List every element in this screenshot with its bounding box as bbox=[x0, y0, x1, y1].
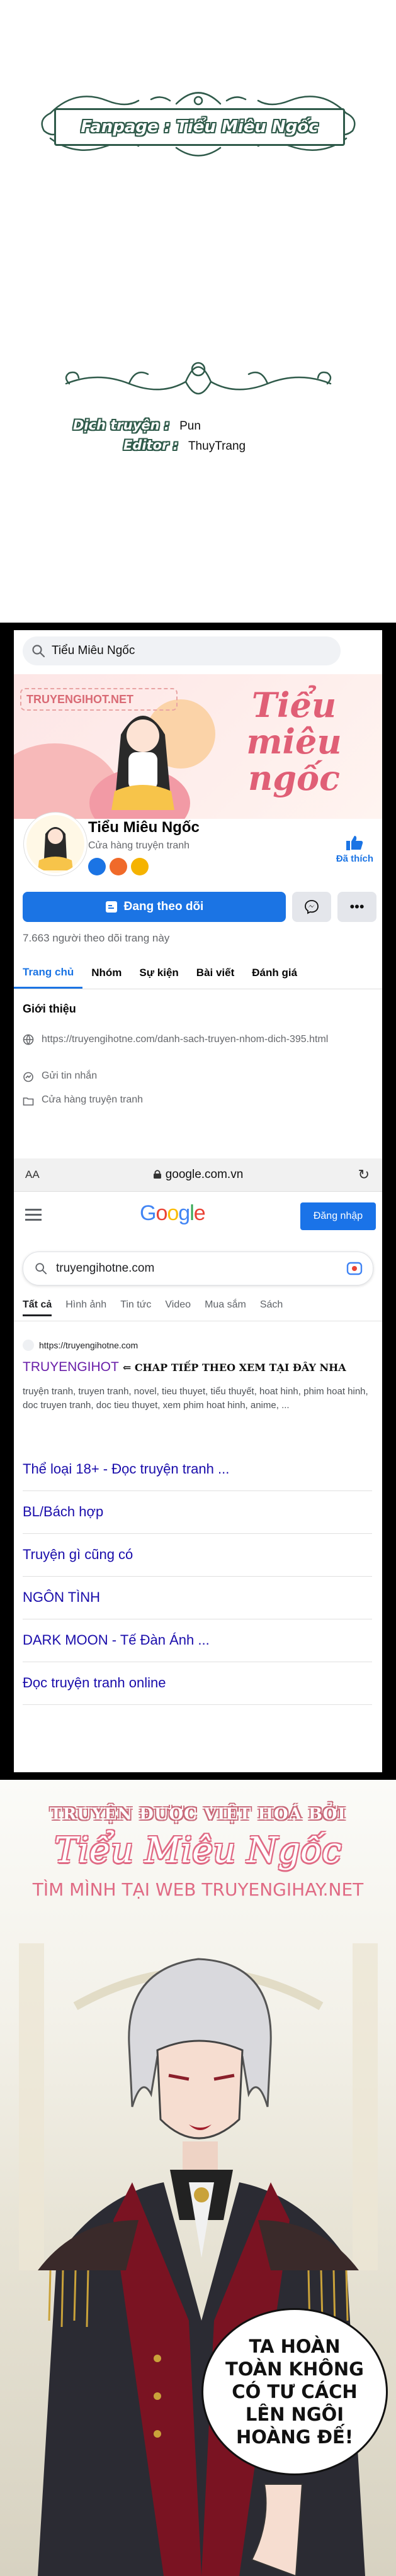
messenger-button[interactable] bbox=[292, 892, 331, 922]
translator-name: Pun bbox=[179, 419, 201, 433]
like-status[interactable]: Đã thích bbox=[336, 835, 373, 864]
browser-address-bar[interactable]: AA google.com.vn ↻ bbox=[14, 1158, 382, 1192]
messenger-icon bbox=[23, 1072, 33, 1082]
tab-shopping[interactable]: Mua sắm bbox=[205, 1299, 246, 1316]
badge-icon bbox=[110, 858, 127, 875]
cover-photo: TRUYENGIHOT.NET Tiểu miêu ngốc bbox=[14, 674, 382, 819]
phone-screenshot: Tiểu Miêu Ngốc TRUYENGIHOT.NET Tiểu miêu… bbox=[0, 623, 396, 1780]
search-tabs: Tất cả Hình ảnh Tin tức Video Mua sắm Sá… bbox=[23, 1299, 283, 1316]
address-url-text: google.com.vn bbox=[165, 1168, 244, 1181]
globe-icon bbox=[23, 1034, 34, 1045]
fanpage-label: Fanpage : Tiểu Miêu Ngốc bbox=[81, 118, 319, 136]
page-name: Tiểu Miêu Ngốc bbox=[88, 819, 200, 836]
editor-name: ThuyTrang bbox=[188, 440, 246, 453]
search-icon bbox=[32, 645, 45, 658]
avatar-image bbox=[26, 815, 84, 873]
intro-link-row[interactable]: https://truyengihotne.com/danh-sach-truy… bbox=[23, 1033, 363, 1046]
following-label: Đang theo dõi bbox=[123, 900, 204, 913]
manga-panel: TRUYỆN ĐƯỢC VIỆT HOÁ BỞI Tiểu Miêu Ngốc … bbox=[0, 1780, 396, 2576]
translator-row: Dịch truyện : Pun bbox=[73, 418, 201, 433]
page-avatar[interactable] bbox=[24, 813, 87, 875]
badge-icon bbox=[131, 858, 149, 875]
tab-images[interactable]: Hình ảnh bbox=[65, 1299, 106, 1316]
site-favicon-icon bbox=[23, 1340, 34, 1351]
result-url-row[interactable]: https://truyengihotne.com bbox=[23, 1340, 138, 1351]
sitelink[interactable]: DARK MOON - Tế Đàn Ánh ... bbox=[23, 1619, 372, 1662]
tab-groups[interactable]: Nhóm bbox=[82, 957, 130, 989]
result-title[interactable]: TRUYENGIHOT bbox=[23, 1360, 119, 1375]
fanpage-box: Fanpage : Tiểu Miêu Ngốc bbox=[54, 108, 345, 146]
message-row[interactable]: Gửi tin nhắn bbox=[23, 1070, 97, 1083]
editor-label: Editor : bbox=[123, 438, 179, 453]
result-tag: ⇐ CHAP TIẾP THEO XEM TẠI ĐÂY NHA bbox=[122, 1361, 346, 1374]
credits-banner: Fanpage : Tiểu Miêu Ngốc Dịch truyện : P… bbox=[0, 0, 396, 478]
tab-reviews[interactable]: Đánh giá bbox=[243, 957, 306, 989]
like-label: Đã thích bbox=[336, 853, 373, 864]
tab-events[interactable]: Sự kiện bbox=[130, 957, 187, 989]
rss-follow-icon bbox=[105, 901, 117, 913]
editor-row: Editor : ThuyTrang bbox=[123, 438, 246, 453]
phone-screen: Tiểu Miêu Ngốc TRUYENGIHOT.NET Tiểu miêu… bbox=[14, 630, 382, 1772]
google-lens-icon[interactable] bbox=[346, 1262, 363, 1275]
tab-home[interactable]: Trang chủ bbox=[14, 957, 83, 989]
result-title-row[interactable]: TRUYENGIHOT ⇐ CHAP TIẾP THEO XEM TẠI ĐÂY… bbox=[23, 1360, 346, 1375]
category-row: Cửa hàng truyện tranh bbox=[23, 1094, 143, 1107]
sitelink[interactable]: NGÔN TÌNH bbox=[23, 1576, 372, 1619]
followers-count: 7.663 người theo dõi trang này bbox=[23, 932, 170, 944]
girl-illustration bbox=[111, 716, 174, 810]
tab-posts[interactable]: Bài viết bbox=[188, 957, 243, 989]
sitelink[interactable]: Truyện gì cũng có bbox=[23, 1533, 372, 1577]
tab-videos[interactable]: Video bbox=[165, 1299, 191, 1316]
tab-books[interactable]: Sách bbox=[260, 1299, 283, 1316]
search-query: truyengihotne.com bbox=[56, 1262, 155, 1275]
search-text: Tiểu Miêu Ngốc bbox=[52, 644, 135, 657]
cover-logo: TRUYENGIHOT.NET bbox=[20, 688, 178, 711]
sitelink[interactable]: Đọc truyện tranh online bbox=[23, 1662, 372, 1705]
sitelink[interactable]: Thể loại 18+ - Đọc truyện tranh ... bbox=[23, 1448, 372, 1491]
speech-text: TA HOÀN TOÀN KHÔNG CÓ TƯ CÁCH LÊN NGÔI H… bbox=[225, 2336, 364, 2448]
messenger-icon bbox=[305, 900, 319, 914]
result-url: https://truyengihotne.com bbox=[39, 1340, 139, 1350]
sign-in-button[interactable]: Đăng nhập bbox=[300, 1202, 376, 1230]
badge-icon bbox=[88, 858, 106, 875]
tab-news[interactable]: Tin tức bbox=[120, 1299, 151, 1316]
thumbs-up-icon bbox=[346, 836, 363, 850]
ornament-divider bbox=[65, 362, 332, 395]
category-label: Cửa hàng truyện tranh bbox=[42, 1094, 144, 1105]
page-category: Cửa hàng truyện tranh bbox=[88, 840, 190, 851]
translator-label: Dịch truyện : bbox=[73, 418, 170, 433]
tab-all[interactable]: Tất cả bbox=[23, 1299, 52, 1316]
page-tabs: Trang chủ Nhóm Sự kiện Bài viết Đánh giá bbox=[14, 957, 382, 989]
result-snippet: truyện tranh, truyen tranh, novel, tieu … bbox=[23, 1386, 368, 1411]
google-logo: Google bbox=[140, 1201, 206, 1225]
message-label: Gửi tin nhắn bbox=[42, 1070, 98, 1081]
cover-title: Tiểu miêu ngốc bbox=[246, 685, 342, 798]
cover-logo-text: TRUYENGIHOT.NET bbox=[26, 692, 134, 706]
hamburger-menu-icon[interactable] bbox=[25, 1209, 42, 1224]
reload-icon[interactable]: ↻ bbox=[358, 1167, 370, 1183]
watermark-line-3: TÌM MÌNH TẠI WEB TRUYENGIHAY.NET bbox=[32, 1879, 364, 1900]
speech-bubble: TA HOÀN TOÀN KHÔNG CÓ TƯ CÁCH LÊN NGÔI H… bbox=[201, 2308, 388, 2475]
more-button[interactable]: ••• bbox=[337, 892, 376, 922]
facebook-search-bar[interactable]: Tiểu Miêu Ngốc bbox=[23, 636, 341, 665]
intro-heading: Giới thiệu bbox=[23, 1002, 76, 1015]
folder-icon bbox=[23, 1097, 34, 1106]
lock-icon bbox=[153, 1170, 161, 1179]
sitelink[interactable]: BL/Bách hợp bbox=[23, 1491, 372, 1534]
watermark-line-1: TRUYỆN ĐƯỢC VIỆT HOÁ BỞI bbox=[50, 1805, 346, 1824]
intro-link[interactable]: https://truyengihotne.com/danh-sach-truy… bbox=[42, 1033, 328, 1046]
search-icon bbox=[35, 1263, 47, 1275]
page-badges bbox=[88, 858, 149, 875]
google-search-input[interactable]: truyengihotne.com bbox=[23, 1252, 373, 1285]
more-label: ••• bbox=[349, 899, 365, 914]
following-button[interactable]: Đang theo dõi bbox=[23, 892, 286, 922]
address-url: google.com.vn bbox=[14, 1168, 382, 1182]
watermark-line-2: Tiểu Miêu Ngốc bbox=[54, 1830, 342, 1871]
